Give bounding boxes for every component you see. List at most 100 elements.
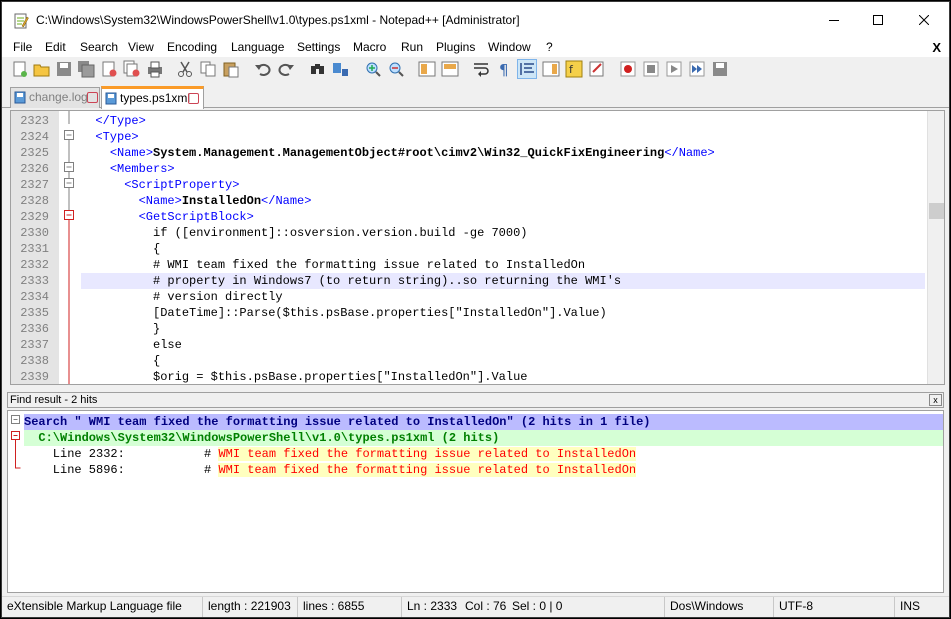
hit-prefix: Line 5896: #	[24, 463, 219, 477]
zoom-in-icon[interactable]	[364, 60, 382, 78]
find-search-summary[interactable]: Search " WMI team fixed the formatting i…	[24, 414, 943, 430]
tab-close-icon[interactable]	[188, 93, 199, 104]
indent-guide-icon[interactable]	[517, 59, 537, 79]
code-line[interactable]: [DateTime]::Parse($this.psBase.propertie…	[81, 305, 925, 321]
tab-label: change.log	[29, 90, 88, 104]
code-line[interactable]: $orig = $this.psBase.properties["Install…	[81, 369, 925, 384]
scrollbar-thumb[interactable]	[929, 203, 944, 219]
code-line[interactable]: }	[81, 321, 925, 337]
undo-icon[interactable]	[254, 60, 272, 78]
menu-window[interactable]: Window	[488, 40, 531, 54]
find-result-title: Find result - 2 hits	[10, 394, 98, 406]
code-line[interactable]: <Members>	[81, 161, 925, 177]
notepadpp-window: C:\Windows\System32\WindowsPowerShell\v1…	[1, 1, 950, 618]
close-document-button[interactable]: X	[932, 40, 941, 55]
redo-icon[interactable]	[277, 60, 295, 78]
cut-icon[interactable]	[176, 60, 194, 78]
status-insert-mode: INS	[900, 599, 921, 613]
code-text: [DateTime]::Parse($this.psBase.propertie…	[153, 306, 607, 320]
folder-workspace-icon[interactable]	[588, 60, 606, 78]
minimize-button[interactable]	[811, 2, 857, 38]
code-line[interactable]: <Name>System.Management.ManagementObject…	[81, 145, 925, 161]
line-number: 2323	[20, 114, 49, 128]
code-line[interactable]: if ([environment]::osversion.version.bui…	[81, 225, 925, 241]
status-encoding: UTF-8	[774, 597, 895, 617]
status-file-type: eXtensible Markup Language file	[2, 597, 203, 617]
function-list-icon[interactable]: f	[565, 60, 583, 78]
code-line[interactable]: <Name>InstalledOn</Name>	[81, 193, 925, 209]
find-hit-line[interactable]: Line 2332: # WMI team fixed the formatti…	[24, 446, 943, 462]
tab-change-log[interactable]: change.log	[10, 87, 100, 108]
tab-types-ps1xml[interactable]: types.ps1xml	[101, 86, 204, 109]
sync-vertical-icon[interactable]	[418, 60, 436, 78]
print-icon[interactable]	[146, 60, 164, 78]
save-macro-icon[interactable]	[711, 60, 729, 78]
code-line[interactable]: # property in Windows7 (to return string…	[81, 273, 925, 289]
menu-file[interactable]: File	[13, 40, 32, 54]
stop-macro-icon[interactable]	[642, 60, 660, 78]
close-icon[interactable]	[100, 60, 118, 78]
code-line[interactable]: {	[81, 353, 925, 369]
word-wrap-icon[interactable]	[472, 60, 490, 78]
sync-horizontal-icon[interactable]	[441, 60, 459, 78]
menu-search[interactable]: Search	[80, 40, 118, 54]
record-macro-icon[interactable]	[619, 60, 637, 78]
code-line[interactable]: </Type>	[81, 113, 925, 129]
tab-bar: change.log types.ps1xml	[2, 84, 949, 109]
tab-close-icon[interactable]	[87, 92, 98, 103]
vertical-scrollbar[interactable]	[927, 111, 944, 384]
menu-run[interactable]: Run	[401, 40, 423, 54]
menu-macro[interactable]: Macro	[353, 40, 386, 54]
menu-edit[interactable]: Edit	[45, 40, 66, 54]
menu-view[interactable]: View	[128, 40, 154, 54]
doc-map-icon[interactable]	[542, 60, 560, 78]
new-file-icon[interactable]	[11, 60, 29, 78]
play-multiple-macro-icon[interactable]	[688, 60, 706, 78]
code-line[interactable]: # WMI team fixed the formatting issue re…	[81, 257, 925, 273]
hit-match: WMI team fixed the formatting issue rela…	[218, 447, 637, 461]
maximize-button[interactable]	[855, 2, 901, 38]
code-line[interactable]: <ScriptProperty>	[81, 177, 925, 193]
code-line[interactable]: <Type>	[81, 129, 925, 145]
find-result-panel[interactable]: Search " WMI team fixed the formatting i…	[7, 410, 944, 593]
find-file-line[interactable]: C:\Windows\System32\WindowsPowerShell\v1…	[24, 430, 943, 446]
save-icon[interactable]	[55, 60, 73, 78]
replace-icon[interactable]	[332, 60, 350, 78]
copy-icon[interactable]	[199, 60, 217, 78]
code-tag-open: <Name>	[109, 146, 154, 160]
menu-encoding[interactable]: Encoding	[167, 40, 217, 54]
tab-label: types.ps1xml	[120, 91, 191, 105]
find-result-close-button[interactable]: x	[929, 394, 942, 406]
line-number: 2328	[20, 194, 49, 208]
show-all-chars-icon[interactable]: ¶	[495, 60, 513, 78]
title-bar: C:\Windows\System32\WindowsPowerShell\v1…	[2, 2, 949, 38]
menu-help[interactable]: ?	[546, 40, 553, 54]
code-area[interactable]: </Type> <Type> <Name>System.Management.M…	[81, 111, 925, 384]
paste-icon[interactable]	[222, 60, 240, 78]
line-number: 2330	[20, 226, 49, 240]
editor-pane[interactable]: 2323 2324 2325 2326 2327 2328 2329 2330 2331 2332…	[10, 110, 945, 385]
save-all-icon[interactable]	[77, 60, 95, 78]
close-window-button[interactable]	[901, 2, 947, 38]
find-icon[interactable]	[309, 60, 327, 78]
open-file-icon[interactable]	[33, 60, 51, 78]
close-all-icon[interactable]	[123, 60, 141, 78]
menu-language[interactable]: Language	[231, 40, 284, 54]
status-eol: Dos\Windows	[665, 597, 774, 617]
menu-plugins[interactable]: Plugins	[436, 40, 475, 54]
code-line[interactable]: # version directly	[81, 289, 925, 305]
code-line[interactable]: <GetScriptBlock>	[81, 209, 925, 225]
code-line[interactable]: else	[81, 337, 925, 353]
find-hit-line[interactable]: Line 5896: # WMI team fixed the formatti…	[24, 462, 943, 478]
play-macro-icon[interactable]	[665, 60, 683, 78]
code-tag-open: <Name>	[138, 194, 182, 208]
zoom-out-icon[interactable]	[387, 60, 405, 78]
menu-settings[interactable]: Settings	[297, 40, 340, 54]
code-line[interactable]: {	[81, 241, 925, 257]
